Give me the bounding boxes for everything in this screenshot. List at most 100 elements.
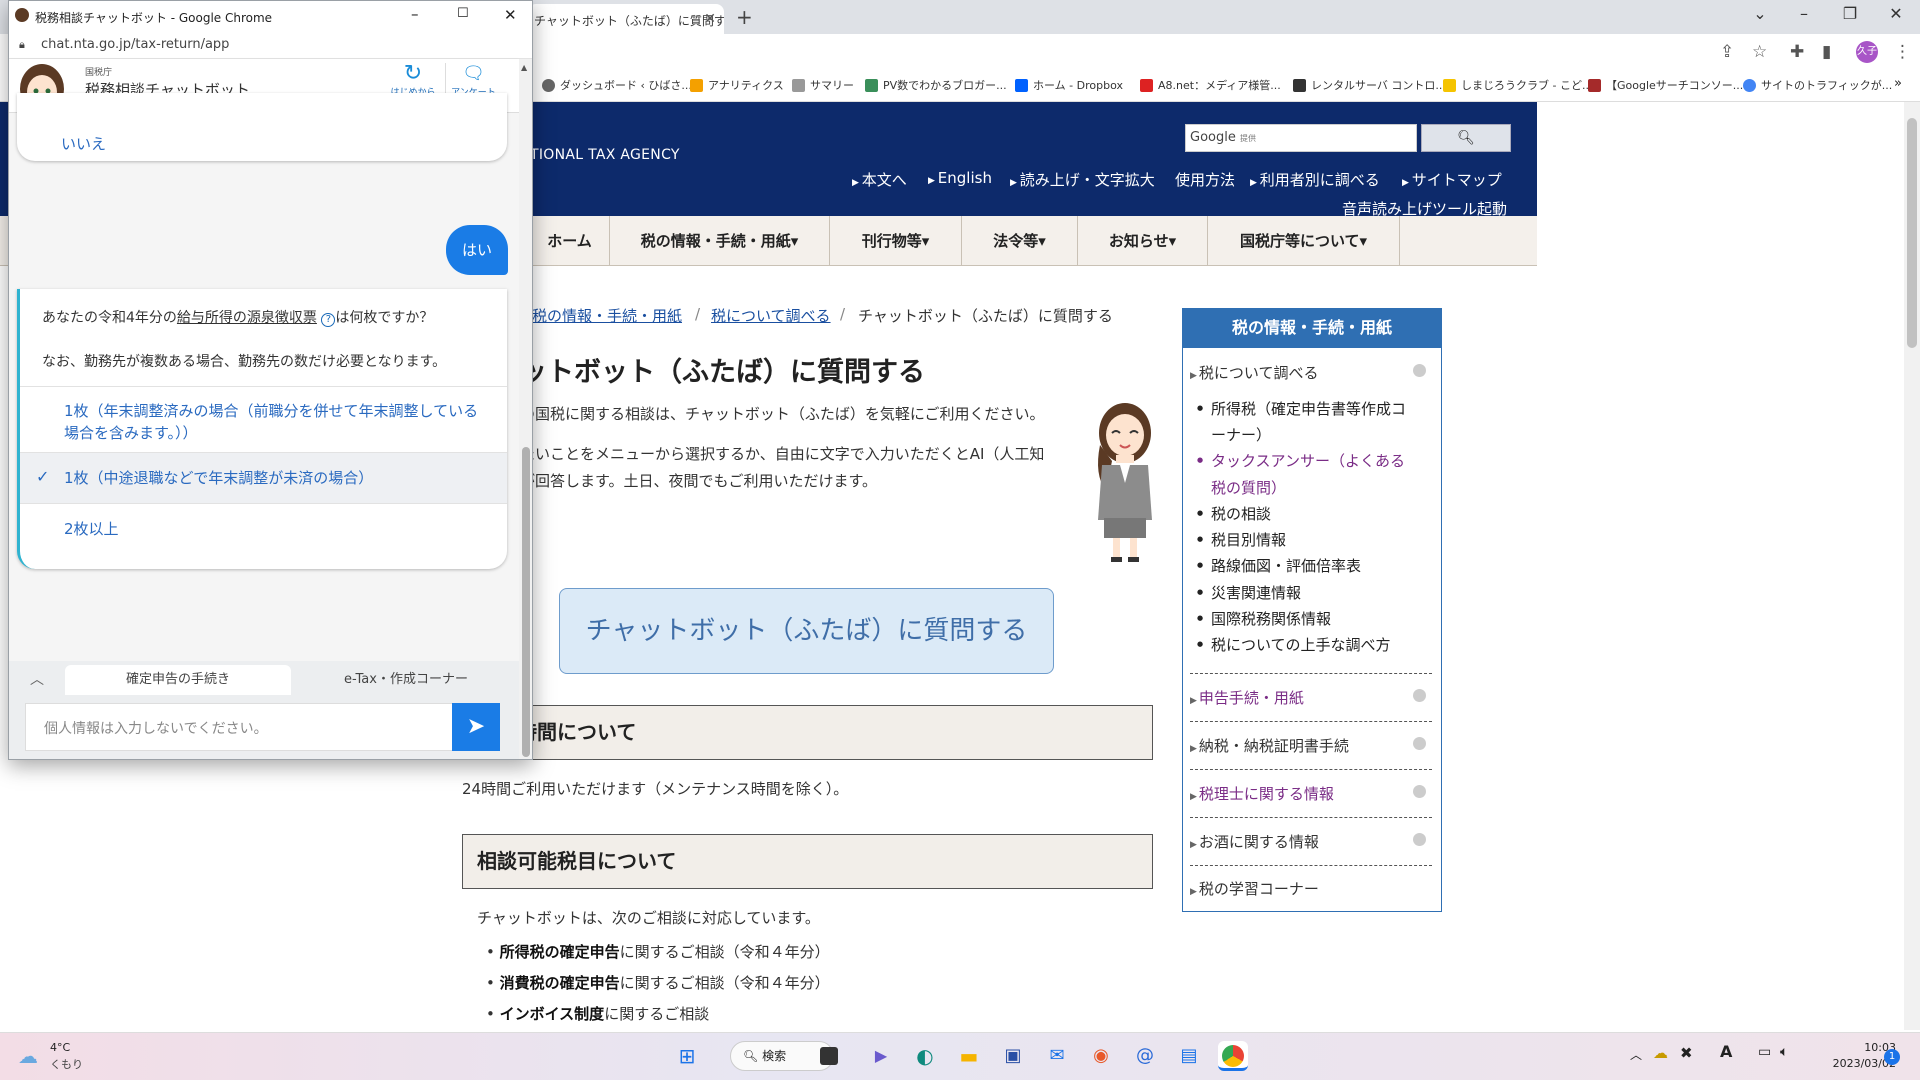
breadcrumb-tax-info[interactable]: 税の情報・手続・用紙 <box>532 305 682 326</box>
teams-chat-icon[interactable]: ▶ <box>866 1041 896 1071</box>
minimize-icon[interactable]: – <box>411 5 419 23</box>
topics-intro: チャットボットは、次のご相談に対応しています。 <box>477 909 820 927</box>
extensions-icon[interactable]: ✚ <box>1790 42 1804 62</box>
side-sub-rosenka[interactable]: 路線価図・評価倍率表 <box>1197 555 1361 576</box>
sidepanel-icon[interactable]: ▮ <box>1822 42 1831 62</box>
header-link-byuser[interactable]: 利用者別に調べる <box>1250 169 1380 190</box>
collapse-chevron-up-icon[interactable]: ︿ <box>19 665 55 695</box>
tab-etax[interactable]: e-Tax・作成コーナー <box>301 665 511 695</box>
side-sub-income-tax[interactable]: 所得税（確定申告書等作成コ <box>1197 398 1406 419</box>
bookmark-item[interactable]: しまじろうクラブ - こど... <box>1443 77 1592 93</box>
ime-mode-icon[interactable]: A <box>1720 1042 1732 1061</box>
bookmark-item[interactable]: PV数でわかるブロガー... <box>865 77 1007 93</box>
side-section-learning[interactable]: ▶ 税の学習コーナー <box>1190 878 1432 899</box>
header-link-honbun[interactable]: 本文へ <box>852 169 907 190</box>
expand-icon <box>1413 785 1426 798</box>
search-button[interactable]: 🔍︎ <box>1421 124 1511 152</box>
header-link-english[interactable]: English <box>928 169 992 187</box>
survey-comment-icon: 🗨︎ <box>462 63 485 84</box>
profile-avatar[interactable]: 久子 <box>1856 41 1878 63</box>
tray-onedrive-icon[interactable]: ☁ <box>1653 1044 1668 1062</box>
windows-start-icon[interactable]: ⊞ <box>672 1041 702 1071</box>
minimize-icon[interactable]: – <box>1784 4 1824 23</box>
side-sub-disaster[interactable]: 災害関連情報 <box>1197 582 1301 603</box>
help-icon[interactable]: ? <box>321 313 336 327</box>
chat-input[interactable]: 個人情報は入力しないでください。 <box>25 703 457 751</box>
side-sub-consult[interactable]: 税の相談 <box>1197 503 1271 524</box>
browser-tab-active[interactable]: チャットボット（ふたば）に質問する ✕ <box>528 4 724 34</box>
side-section-zeirishi[interactable]: ▶ 税理士に関する情報 <box>1190 783 1432 804</box>
header-link-howto[interactable]: 使用方法 <box>1175 169 1235 190</box>
side-sub-international[interactable]: 国際税務関係情報 <box>1197 608 1331 629</box>
gnav-laws[interactable]: 法令等▾ <box>962 216 1078 266</box>
taskbar-search[interactable]: 🔍︎ 検索 <box>730 1041 834 1071</box>
tray-chevron-up-icon[interactable]: ︿ <box>1630 1046 1642 1063</box>
page-scrollbar-thumb[interactable] <box>1907 118 1917 348</box>
header-link-sitemap[interactable]: サイトマップ <box>1402 169 1502 190</box>
weather-cloud-icon[interactable]: ☁ <box>18 1044 38 1068</box>
bookmark-item[interactable]: アナリティクス <box>690 77 784 93</box>
site-search-input[interactable]: Google 提供 <box>1185 124 1417 152</box>
edge-icon[interactable]: ◐ <box>910 1041 940 1071</box>
bookmarks-overflow-icon[interactable]: » <box>1894 76 1902 91</box>
divider <box>1190 769 1432 770</box>
breadcrumb-research[interactable]: 税について調べる <box>711 305 831 326</box>
hours-text: 24時間ご利用いただけます（メンテナンス時間を除く）。 <box>462 780 849 798</box>
close-window-icon[interactable]: ✕ <box>1876 4 1916 23</box>
option-no[interactable]: いいえ <box>61 133 106 155</box>
option-1-sheet-adjusted[interactable]: 1枚（年末調整済みの場合（前職分を併せて年末調整している場合を含みます。）） <box>64 400 484 444</box>
gnav-publications[interactable]: 刊行物等▾ <box>830 216 962 266</box>
network-icon[interactable]: ▭ <box>1758 1044 1771 1060</box>
bookmark-item[interactable]: ホーム - Dropbox <box>1015 77 1123 93</box>
mail-icon[interactable]: ✉ <box>1042 1041 1072 1071</box>
restore-icon[interactable]: ❐ <box>1830 4 1870 23</box>
header-link-readaloud[interactable]: 読み上げ・文字拡大 <box>1010 169 1155 190</box>
gnav-home[interactable]: ホーム <box>530 216 610 266</box>
tab-filing-procedure[interactable]: 確定申告の手続き <box>65 665 291 695</box>
send-button[interactable]: ➤ <box>452 703 500 751</box>
option-selected-row[interactable]: ✓ 1枚（中途退職などで年末調整が未済の場合） <box>20 452 507 504</box>
gnav-tax-info[interactable]: 税の情報・手続・用紙▾ <box>610 216 830 266</box>
bookmark-star-icon[interactable]: ☆ <box>1752 42 1767 62</box>
chrome-icon[interactable] <box>1218 1041 1248 1071</box>
new-tab-icon[interactable]: + <box>736 5 753 29</box>
side-sub-by-tax[interactable]: 税目別情報 <box>1197 529 1286 550</box>
menu-kebab-icon[interactable]: ⋮ <box>1894 42 1911 62</box>
tab-search-icon[interactable]: ⌄ <box>1740 4 1780 23</box>
store-icon[interactable]: ▣ <box>998 1041 1028 1071</box>
option-1-sheet-not-adjusted[interactable]: 1枚（中途退職などで年末調整が未済の場合） <box>64 467 373 489</box>
side-section-sake[interactable]: ▶ お酒に関する情報 <box>1190 831 1432 852</box>
option-2-or-more[interactable]: 2枚以上 <box>64 518 119 540</box>
app-at-icon[interactable]: @ <box>1130 1041 1160 1071</box>
chatbot-start-button[interactable]: チャットボット（ふたば）に質問する <box>559 588 1054 674</box>
volume-icon[interactable]: 🔈︎ <box>1780 1044 1788 1060</box>
tray-x-icon[interactable]: ✖ <box>1680 1044 1693 1062</box>
popup-scrollbar-thumb[interactable] <box>522 447 530 757</box>
gnav-news[interactable]: お知らせ▾ <box>1078 216 1208 266</box>
side-section-filing[interactable]: ▶ 申告手続・用紙 <box>1190 687 1432 708</box>
maximize-icon[interactable]: ☐ <box>457 6 469 21</box>
task-view-icon[interactable] <box>820 1047 838 1065</box>
bookmark-item[interactable]: 【Googleサーチコンソー... <box>1588 77 1743 93</box>
side-sub-taxanswer[interactable]: タックスアンサー（よくある <box>1197 450 1405 471</box>
bookmark-item[interactable]: サイトのトラフィックが... <box>1743 77 1892 93</box>
side-section-research[interactable]: ▶ 税について調べる <box>1190 362 1432 383</box>
side-sub-howto[interactable]: 税についての上手な調べ方 <box>1197 634 1391 655</box>
app-orange-icon[interactable]: ◉ <box>1086 1041 1116 1071</box>
bookmark-item[interactable]: A8.net：メディア様管... <box>1140 77 1281 93</box>
app-window-icon[interactable]: ▤ <box>1174 1041 1204 1071</box>
scroll-up-icon[interactable]: ▲ <box>521 63 527 72</box>
gnav-about[interactable]: 国税庁等について▾ <box>1208 216 1400 266</box>
notification-badge[interactable]: 1 <box>1884 1049 1900 1065</box>
bookmark-item[interactable]: サマリー <box>792 77 854 93</box>
file-explorer-icon[interactable]: ▬ <box>954 1041 984 1071</box>
bookmark-item[interactable]: ダッシュボード ‹ ひばさ... <box>542 77 692 93</box>
bookmark-item[interactable]: レンタルサーバ コントロ... <box>1293 77 1446 93</box>
close-tab-icon[interactable]: ✕ <box>704 11 716 27</box>
share-icon[interactable]: ⇪ <box>1720 42 1734 62</box>
side-sub-income-tax-cont[interactable]: ーナー） <box>1211 424 1271 445</box>
close-icon[interactable]: ✕ <box>504 6 517 24</box>
withholding-slip-link[interactable]: 給与所得の源泉徴収票 <box>177 310 317 326</box>
side-sub-taxanswer-cont[interactable]: 税の質問） <box>1211 477 1286 498</box>
side-section-payment[interactable]: ▶ 納税・納税証明書手続 <box>1190 735 1432 756</box>
